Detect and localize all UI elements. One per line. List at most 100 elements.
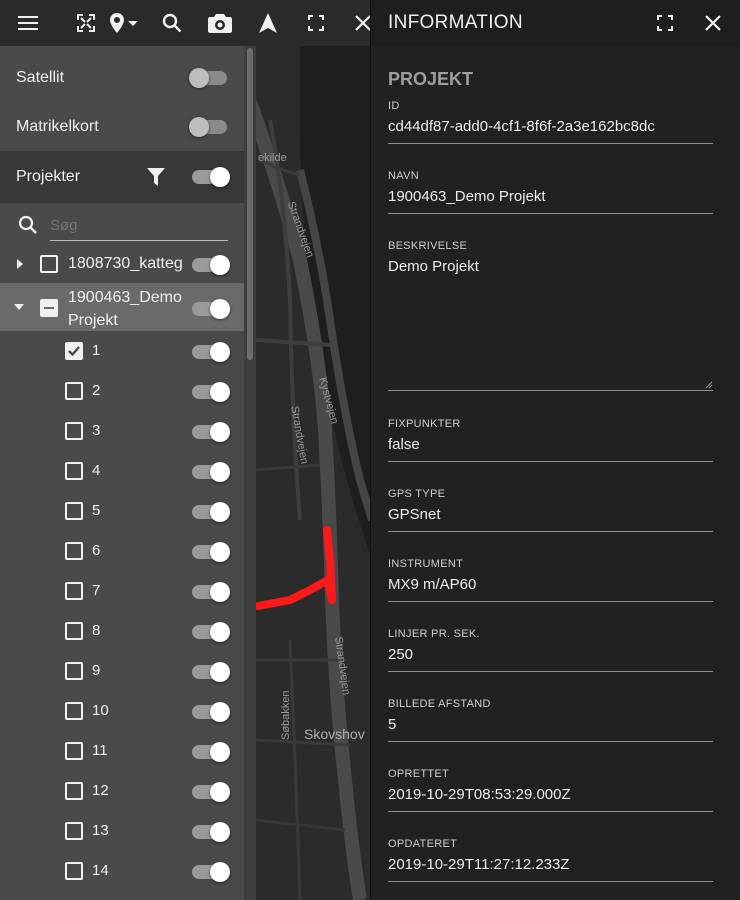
- satellite-toggle[interactable]: [189, 66, 229, 90]
- sublayer-row[interactable]: 10: [0, 691, 244, 731]
- sublayer-row[interactable]: 1: [0, 331, 244, 371]
- field-value[interactable]: 1900463_Demo Projekt: [388, 188, 546, 205]
- layer-label-satellite: Satellit: [16, 69, 65, 86]
- field-label: INSTRUMENT: [388, 558, 464, 570]
- sublayer-row[interactable]: 14: [0, 851, 244, 891]
- sublayer-row[interactable]: 12: [0, 771, 244, 811]
- search-button[interactable]: [160, 0, 184, 46]
- sublayer-toggle[interactable]: [190, 860, 230, 884]
- info-header: INFORMATION: [371, 0, 740, 46]
- field-underline: [388, 741, 713, 742]
- sublayer-row[interactable]: 5: [0, 491, 244, 531]
- field-value[interactable]: 250: [388, 646, 413, 663]
- sublayer-toggle[interactable]: [190, 700, 230, 724]
- close-icon[interactable]: [705, 15, 721, 31]
- sublayer-checkbox[interactable]: [65, 342, 83, 360]
- field-underline: [388, 601, 713, 602]
- project-toggle[interactable]: [190, 253, 230, 277]
- navigation-button[interactable]: [256, 0, 280, 46]
- sublayer-toggle[interactable]: [190, 740, 230, 764]
- project-item[interactable]: 1808730_katteg: [0, 244, 244, 284]
- field-value[interactable]: 5: [388, 716, 396, 733]
- sublayer-checkbox[interactable]: [65, 382, 83, 400]
- field-value[interactable]: cd44df87-add0-4cf1-8f6f-2a3e162bc8dc: [388, 118, 655, 135]
- field-value[interactable]: MX9 m/AP60: [388, 576, 476, 593]
- sublayer-toggle[interactable]: [190, 420, 230, 444]
- field-value[interactable]: GPSnet: [388, 506, 441, 523]
- sublayer-row[interactable]: 3: [0, 411, 244, 451]
- sublayer-toggle[interactable]: [190, 620, 230, 644]
- fullscreen-button[interactable]: [304, 0, 328, 46]
- sublayer-checkbox[interactable]: [65, 422, 83, 440]
- project-checkbox[interactable]: [40, 255, 58, 273]
- sublayer-toggle[interactable]: [190, 820, 230, 844]
- sublayer-row[interactable]: 6: [0, 531, 244, 571]
- field-underline: [388, 811, 713, 812]
- sublayer-checkbox[interactable]: [65, 702, 83, 720]
- field-label: LINJER PR. SEK.: [388, 628, 480, 640]
- filter-icon[interactable]: [147, 168, 165, 186]
- sublayer-checkbox[interactable]: [65, 782, 83, 800]
- layer-search-input[interactable]: [50, 213, 228, 237]
- sublayer-label: 5: [92, 502, 101, 519]
- field-value[interactable]: false: [388, 436, 420, 453]
- sublayer-row[interactable]: 8: [0, 611, 244, 651]
- camera-icon: [208, 14, 232, 33]
- location-dropdown-button[interactable]: [108, 0, 142, 46]
- sublayer-toggle[interactable]: [190, 380, 230, 404]
- map-label-kilde: ekilde: [258, 152, 287, 164]
- sublayer-row[interactable]: 11: [0, 731, 244, 771]
- field-value[interactable]: 2019-10-29T08:53:29.000Z: [388, 786, 571, 803]
- sublayer-checkbox[interactable]: [65, 742, 83, 760]
- zoom-extent-button[interactable]: [74, 0, 98, 46]
- sublayer-toggle[interactable]: [190, 540, 230, 564]
- sublayer-toggle[interactable]: [190, 340, 230, 364]
- search-icon: [18, 215, 37, 234]
- sublayer-checkbox[interactable]: [65, 662, 83, 680]
- layer-panel-scrollbar-thumb[interactable]: [247, 48, 253, 360]
- sublayer-label: 9: [92, 662, 101, 679]
- sublayer-checkbox[interactable]: [65, 622, 83, 640]
- caret-down-icon[interactable]: [14, 304, 24, 310]
- sublayer-checkbox[interactable]: [65, 822, 83, 840]
- field-label: BILLEDE AFSTAND: [388, 698, 491, 710]
- sublayer-toggle[interactable]: [190, 780, 230, 804]
- sublayer-row[interactable]: 13: [0, 811, 244, 851]
- sublayer-checkbox[interactable]: [65, 542, 83, 560]
- field-value[interactable]: Demo Projekt: [388, 258, 479, 275]
- sublayer-toggle[interactable]: [190, 660, 230, 684]
- check-icon: [68, 346, 80, 357]
- projects-label: Projekter: [16, 168, 81, 185]
- projects-toggle[interactable]: [190, 165, 230, 189]
- sublayer-checkbox[interactable]: [65, 582, 83, 600]
- sublayer-toggle[interactable]: [190, 500, 230, 524]
- sublayer-label: 14: [92, 862, 109, 879]
- resize-grip-icon[interactable]: [705, 381, 713, 389]
- sublayer-checkbox[interactable]: [65, 862, 83, 880]
- cadastre-toggle[interactable]: [189, 115, 229, 139]
- fullscreen-icon[interactable]: [657, 15, 673, 31]
- menu-icon: [18, 16, 38, 30]
- camera-button[interactable]: [206, 0, 234, 46]
- caret-right-icon[interactable]: [17, 259, 23, 269]
- field-value[interactable]: 2019-10-29T11:27:12.233Z: [388, 856, 570, 873]
- sublayer-row[interactable]: 7: [0, 571, 244, 611]
- project-item-expanded[interactable]: 1900463_Demo Projekt: [0, 283, 244, 331]
- search-underline: [50, 240, 228, 241]
- sublayer-toggle[interactable]: [190, 580, 230, 604]
- project-checkbox-indeterminate[interactable]: [40, 299, 58, 317]
- map-label-sobakken: Søbakken: [280, 690, 292, 740]
- menu-button[interactable]: [14, 0, 42, 46]
- information-panel: INFORMATION PROJEKT ID cd44df87-add0-4cf1…: [370, 0, 740, 900]
- info-title: INFORMATION: [388, 12, 523, 33]
- projects-header: Projekter: [0, 151, 244, 203]
- sublayer-checkbox[interactable]: [65, 502, 83, 520]
- sublayer-row[interactable]: 9: [0, 651, 244, 691]
- field-label: OPDATERET: [388, 838, 458, 850]
- fullscreen-icon: [308, 15, 324, 31]
- sublayer-checkbox[interactable]: [65, 462, 83, 480]
- sublayer-row[interactable]: 2: [0, 371, 244, 411]
- project-toggle[interactable]: [190, 297, 230, 321]
- sublayer-row[interactable]: 4: [0, 451, 244, 491]
- sublayer-toggle[interactable]: [190, 460, 230, 484]
